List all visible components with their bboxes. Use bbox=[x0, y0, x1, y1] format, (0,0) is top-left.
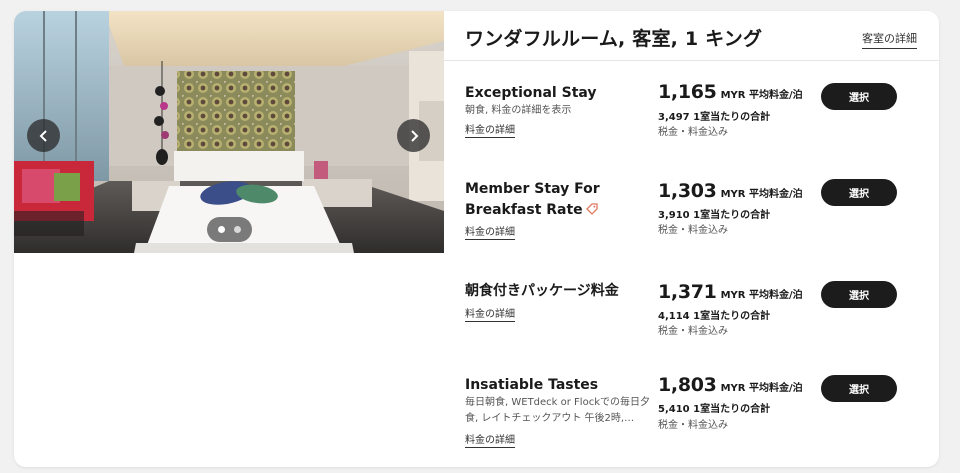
price-amount: 1,165 bbox=[658, 81, 717, 103]
price-unit: MYR 平均料金/泊 bbox=[720, 290, 803, 301]
price-line: 1,165 MYR 平均料金/泊 bbox=[658, 81, 803, 103]
price-line: 1,303 MYR 平均料金/泊 bbox=[658, 180, 803, 202]
select-rate-button[interactable]: 選択 bbox=[821, 179, 897, 206]
select-rate-button[interactable]: 選択 bbox=[821, 281, 897, 308]
rate-name-wrap: Member Stay For Breakfast Rate bbox=[465, 179, 645, 221]
rate-description: 毎日朝食, WETdeck or Flockでの毎日夕食, レイトチェックアウト… bbox=[465, 397, 650, 424]
rate-details-link[interactable]: 料金の詳細 bbox=[465, 121, 515, 138]
price-unit: MYR 平均料金/泊 bbox=[720, 383, 803, 394]
price-amount: 1,371 bbox=[658, 281, 717, 303]
tax-note: 税金・料金込み bbox=[658, 225, 728, 236]
room-header: ワンダフルルーム, 客室, 1 キング 客室の詳細 bbox=[444, 11, 939, 61]
rate-name: Exceptional Stay bbox=[465, 85, 597, 101]
rate-details-link[interactable]: 料金の詳細 bbox=[465, 305, 515, 322]
previous-photo-button[interactable] bbox=[27, 119, 60, 152]
rate-name: Insatiable Tastes bbox=[465, 377, 599, 393]
next-photo-button[interactable] bbox=[397, 119, 430, 152]
rate-option: 朝食付きパッケージ料金 料金の詳細 1,371 MYR 平均料金/泊 4,114 … bbox=[444, 281, 939, 371]
tax-note: 税金・料金込み bbox=[658, 326, 728, 337]
price-total: 3,910 1室当たりの合計 bbox=[658, 210, 771, 221]
price-total: 5,410 1室当たりの合計 bbox=[658, 404, 771, 415]
room-card: ワンダフルルーム, 客室, 1 キング 客室の詳細 Exceptional St… bbox=[14, 11, 939, 467]
photo-pagination bbox=[207, 217, 252, 242]
price-unit: MYR 平均料金/泊 bbox=[720, 90, 803, 101]
rate-details-link[interactable]: 料金の詳細 bbox=[465, 223, 515, 240]
room-title: ワンダフルルーム, 客室, 1 キング bbox=[465, 28, 763, 50]
member-tag-icon bbox=[585, 203, 598, 215]
select-rate-button[interactable]: 選択 bbox=[821, 83, 897, 110]
rate-option: Member Stay For Breakfast Rate 料金の詳細 1,3… bbox=[444, 179, 939, 269]
rates-panel: ワンダフルルーム, 客室, 1 キング 客室の詳細 Exceptional St… bbox=[444, 11, 939, 467]
rate-option: Exceptional Stay 朝食, 料金の詳細を表示 料金の詳細 1,16… bbox=[444, 81, 939, 173]
price-line: 1,371 MYR 平均料金/泊 bbox=[658, 281, 803, 303]
price-amount: 1,303 bbox=[658, 180, 717, 202]
rate-details-link[interactable]: 料金の詳細 bbox=[465, 431, 515, 448]
price-amount: 1,803 bbox=[658, 374, 717, 396]
price-unit: MYR 平均料金/泊 bbox=[720, 189, 803, 200]
tax-note: 税金・料金込み bbox=[658, 127, 728, 138]
price-line: 1,803 MYR 平均料金/泊 bbox=[658, 374, 803, 396]
rate-name: 朝食付きパッケージ料金 bbox=[465, 283, 619, 299]
select-rate-button[interactable]: 選択 bbox=[821, 375, 897, 402]
tax-note: 税金・料金込み bbox=[658, 420, 728, 431]
rate-name: Member Stay For Breakfast Rate bbox=[465, 181, 600, 218]
pagination-dot[interactable] bbox=[218, 226, 225, 233]
price-total: 3,497 1室当たりの合計 bbox=[658, 112, 771, 123]
rate-option: Insatiable Tastes 毎日朝食, WETdeck or Flock… bbox=[444, 374, 939, 465]
chevron-right-icon bbox=[410, 129, 418, 142]
pagination-dot[interactable] bbox=[234, 226, 241, 233]
chevron-left-icon bbox=[39, 129, 47, 142]
room-photo-gallery bbox=[14, 11, 444, 253]
rate-description: 朝食, 料金の詳細を表示 bbox=[465, 105, 572, 116]
price-total: 4,114 1室当たりの合計 bbox=[658, 311, 771, 322]
room-details-link[interactable]: 客室の詳細 bbox=[862, 30, 917, 49]
